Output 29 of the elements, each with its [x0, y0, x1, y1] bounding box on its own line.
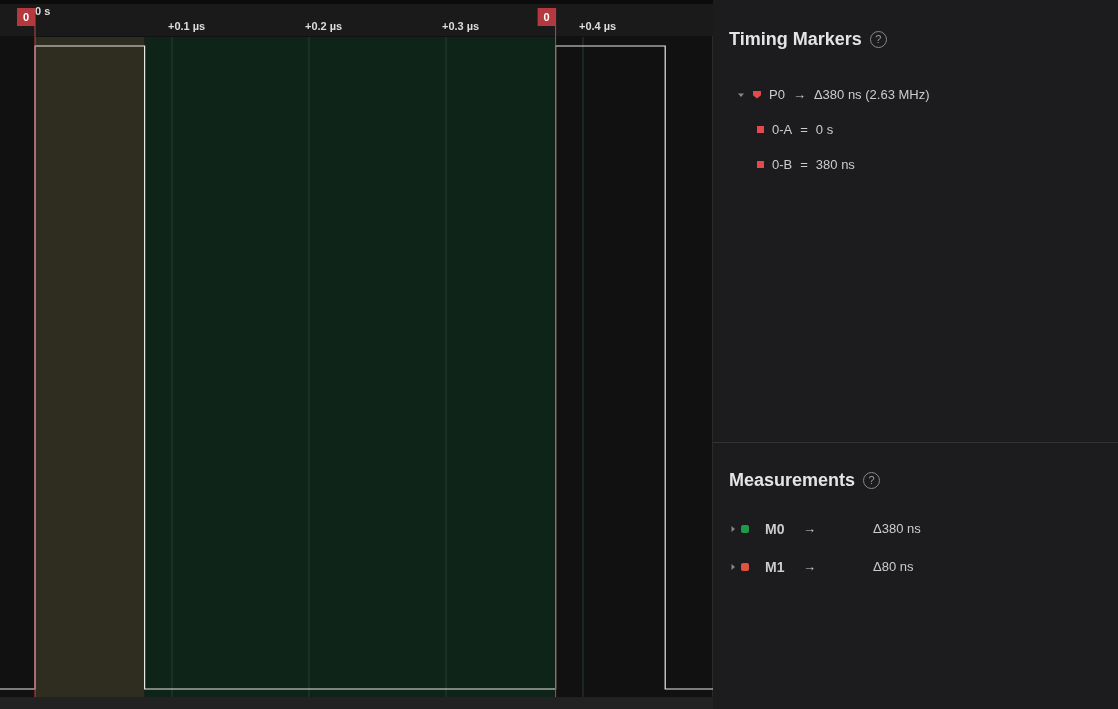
marker-name: 0-A [772, 120, 793, 139]
caret-icon[interactable] [729, 563, 737, 571]
marker-icon [757, 161, 764, 168]
marker-name: 0-B [772, 155, 793, 174]
pair-name: P0 [769, 85, 785, 104]
measurement-name: M1 [765, 557, 786, 577]
marker-icon [757, 126, 764, 133]
measurement-value: Δ380 ns [873, 520, 921, 539]
pair-delta: Δ380 ns (2.63 MHz) [813, 85, 930, 104]
scrollbar-track[interactable] [0, 697, 713, 709]
equals-sign: = [800, 120, 808, 139]
time-origin-label: 0 s [35, 5, 51, 17]
marker-line[interactable] [34, 7, 36, 698]
section-title: Timing Markers [729, 28, 862, 51]
arrow-icon: → [803, 519, 873, 539]
arrow-icon: → [792, 84, 806, 105]
measurement-name: M0 [765, 519, 786, 539]
time-tick-label: +0.4 µs [579, 20, 617, 32]
caret-icon[interactable] [729, 525, 737, 533]
time-tick-label: +0.3 µs [442, 20, 480, 32]
marker-value: 0 s [815, 120, 834, 139]
section-title: Measurements [729, 469, 856, 492]
marker-flag[interactable]: 0 [17, 8, 35, 26]
measurement-value: Δ80 ns [873, 558, 914, 577]
time-tick-label: +0.2 µs [305, 20, 343, 32]
arrow-icon: → [803, 557, 873, 577]
time-tick-label: +0.1 µs [168, 20, 206, 32]
equals-sign: = [800, 155, 808, 174]
marker-value: 380 ns [815, 155, 855, 174]
